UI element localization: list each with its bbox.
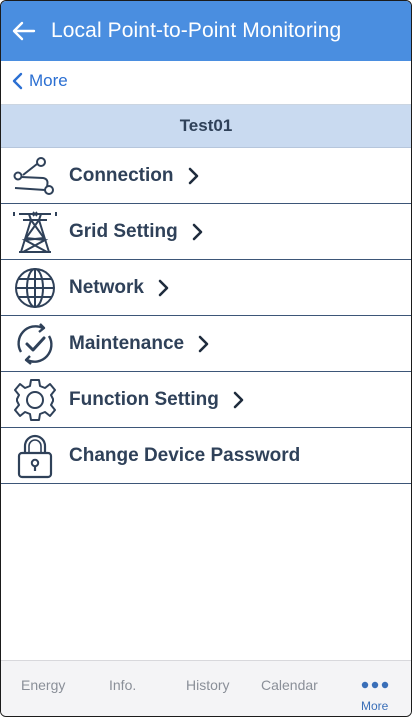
lock-icon xyxy=(1,428,69,484)
menu-item-label: Maintenance xyxy=(69,332,185,354)
globe-icon xyxy=(1,260,69,316)
chevron-right-icon xyxy=(233,391,245,409)
tab-label: Calendar xyxy=(261,677,318,693)
device-name: Test01 xyxy=(179,116,233,135)
device-name-bar: Test01 xyxy=(1,104,411,148)
chevron-right-icon xyxy=(198,335,210,353)
page-title: Local Point-to-Point Monitoring xyxy=(51,19,342,42)
arrow-left-icon xyxy=(12,21,36,41)
tab-more[interactable]: More xyxy=(361,661,393,716)
tab-label: History xyxy=(186,677,230,693)
transmission-tower-icon xyxy=(1,204,69,260)
menu-item-maintenance[interactable]: Maintenance xyxy=(1,316,411,372)
chevron-right-icon xyxy=(158,279,170,297)
tab-label: More xyxy=(361,699,389,713)
chevron-right-icon xyxy=(188,167,200,185)
menu-item-change-device-password[interactable]: Change Device Password xyxy=(1,428,411,484)
menu-item-label: Connection xyxy=(69,164,174,186)
menu-item-label: Grid Setting xyxy=(69,220,178,242)
bottom-tab-bar: Energy Info. History Calendar More xyxy=(1,660,411,716)
app-window: Local Point-to-Point Monitoring More Tes… xyxy=(0,0,412,717)
more-back-link[interactable]: More xyxy=(11,71,68,91)
connection-route-icon xyxy=(1,148,69,204)
menu-item-grid-setting[interactable]: Grid Setting xyxy=(1,204,411,260)
chevron-right-icon xyxy=(192,223,204,241)
settings-menu: Connection Grid Setting Network Maintena… xyxy=(1,148,411,484)
menu-item-network[interactable]: Network xyxy=(1,260,411,316)
menu-item-connection[interactable]: Connection xyxy=(1,148,411,204)
back-button[interactable] xyxy=(1,1,47,61)
menu-item-function-setting[interactable]: Function Setting xyxy=(1,372,411,428)
gear-icon xyxy=(1,372,69,428)
subnav-bar: More xyxy=(1,61,411,101)
tab-label: Info. xyxy=(109,677,137,693)
refresh-check-icon xyxy=(1,316,69,372)
menu-item-label: Network xyxy=(69,276,144,298)
tab-label: Energy xyxy=(21,677,66,693)
chevron-left-icon xyxy=(12,72,23,90)
menu-item-label: Function Setting xyxy=(69,388,219,410)
more-dots-icon xyxy=(361,681,389,689)
menu-item-label: Change Device Password xyxy=(69,444,301,466)
more-back-label: More xyxy=(29,71,68,90)
header-bar: Local Point-to-Point Monitoring xyxy=(1,1,411,61)
